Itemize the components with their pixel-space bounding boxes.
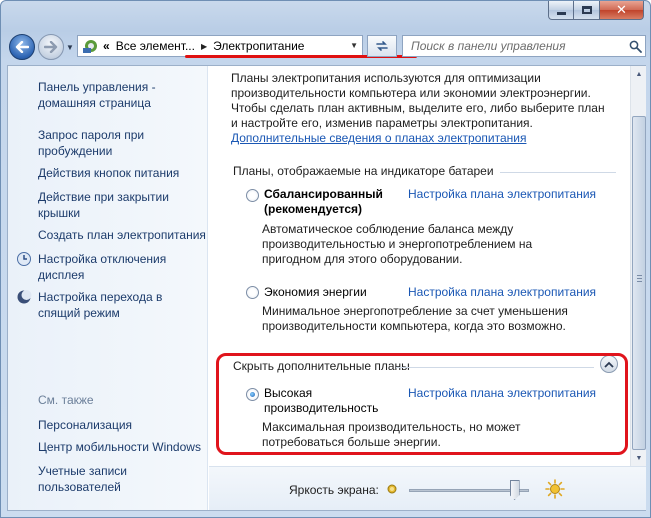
minimize-button[interactable] (548, 1, 574, 20)
sidebar-item-create-plan[interactable]: Создать план электропитания (38, 227, 206, 243)
refresh-icon (376, 41, 388, 51)
close-button[interactable]: ✕ (600, 1, 644, 20)
navigation-bar: ▼ « Все элемент... ▶ Электропитание ▼ По… (7, 31, 646, 63)
see-also-mobility-center[interactable]: Центр мобильности Windows (38, 439, 206, 455)
power-plans-pane: Планы электропитания используются для оп… (208, 66, 630, 510)
breadcrumb-separator-icon[interactable]: ▶ (201, 42, 207, 51)
minimize-icon (556, 11, 566, 15)
scroll-down-icon[interactable]: ▼ (631, 450, 647, 466)
scrollbar-grip (637, 275, 642, 283)
forward-button[interactable] (38, 34, 64, 60)
more-info-link[interactable]: Дополнительные сведения о планах электро… (231, 131, 526, 145)
red-highlight-box (216, 353, 628, 455)
address-dropdown-icon[interactable]: ▼ (350, 41, 358, 50)
breadcrumb-power-options[interactable]: Электропитание (213, 39, 304, 53)
balanced-plan-settings-link[interactable]: Настройка плана электропитания (408, 187, 596, 202)
power-saver-plan-settings-link[interactable]: Настройка плана электропитания (408, 285, 596, 300)
vertical-scrollbar[interactable]: ▲ ▼ (630, 66, 646, 466)
window-controls: ✕ (548, 1, 644, 20)
balanced-plan-description: Автоматическое соблюдение баланса между … (262, 222, 533, 266)
close-icon: ✕ (616, 2, 627, 17)
intro-description: Планы электропитания используются для оп… (231, 71, 605, 130)
power-saver-plan-name[interactable]: Экономия энергии (264, 285, 414, 300)
scrollbar-thumb[interactable] (632, 116, 646, 450)
intro-text: Планы электропитания используются для оп… (231, 71, 606, 146)
see-also-heading: См. также (38, 393, 94, 407)
breadcrumb-all-items[interactable]: Все элемент... (116, 39, 195, 53)
back-button[interactable] (9, 34, 35, 60)
recent-pages-dropdown-icon[interactable]: ▼ (66, 43, 74, 52)
see-also-user-accounts[interactable]: Учетные записи пользователей (38, 463, 206, 495)
forward-arrow-icon (44, 41, 58, 53)
see-also-personalization[interactable]: Персонализация (38, 417, 206, 433)
brightness-low-icon (387, 484, 397, 494)
brightness-label: Яркость экрана: (289, 483, 379, 497)
power-saver-plan-description: Минимальное энергопотребление за счет ум… (262, 304, 568, 333)
back-arrow-icon (15, 41, 29, 53)
brightness-slider-thumb[interactable] (509, 480, 520, 500)
address-bar[interactable]: « Все элемент... ▶ Электропитание ▼ (77, 35, 417, 58)
sidebar-item-lid-close[interactable]: Действие при закрытии крышки (38, 189, 206, 221)
sidebar-item-power-buttons[interactable]: Действия кнопок питания (38, 165, 206, 181)
control-panel-icon (81, 37, 101, 55)
brightness-bar: Яркость экрана: (209, 466, 646, 510)
group-divider (500, 172, 616, 173)
search-icon[interactable] (625, 40, 645, 53)
task-sidebar: Панель управления - домашняя страница За… (8, 66, 208, 510)
breadcrumb-prefix[interactable]: « (103, 39, 110, 53)
refresh-button[interactable] (367, 35, 397, 57)
control-panel-window: ✕ ▼ « Все элемент... ▶ Электропитание ▼ … (0, 0, 651, 518)
balanced-plan-radio[interactable] (246, 189, 259, 202)
sidebar-home-link[interactable]: Панель управления - домашняя страница (38, 79, 206, 111)
content-area: Панель управления - домашняя страница За… (7, 65, 646, 511)
sleep-moon-icon (17, 290, 32, 304)
sidebar-item-password-on-wakeup[interactable]: Запрос пароля при пробуждении (38, 127, 206, 159)
brightness-high-icon (545, 479, 565, 499)
maximize-button[interactable] (574, 1, 600, 20)
search-input[interactable]: Поиск в панели управления (411, 39, 625, 53)
maximize-icon (581, 6, 592, 14)
battery-plans-heading: Планы, отображаемые на индикаторе батаре… (233, 164, 494, 178)
sidebar-item-display-off[interactable]: Настройка отключения дисплея (38, 251, 206, 283)
balanced-plan-name[interactable]: Сбалансированный (рекомендуется) (264, 187, 414, 217)
scroll-up-icon[interactable]: ▲ (631, 66, 647, 82)
search-box[interactable]: Поиск в панели управления (402, 35, 646, 57)
sidebar-item-sleep[interactable]: Настройка перехода в спящий режим (38, 289, 206, 321)
power-saver-plan-radio[interactable] (246, 286, 259, 299)
display-off-icon (17, 252, 31, 266)
